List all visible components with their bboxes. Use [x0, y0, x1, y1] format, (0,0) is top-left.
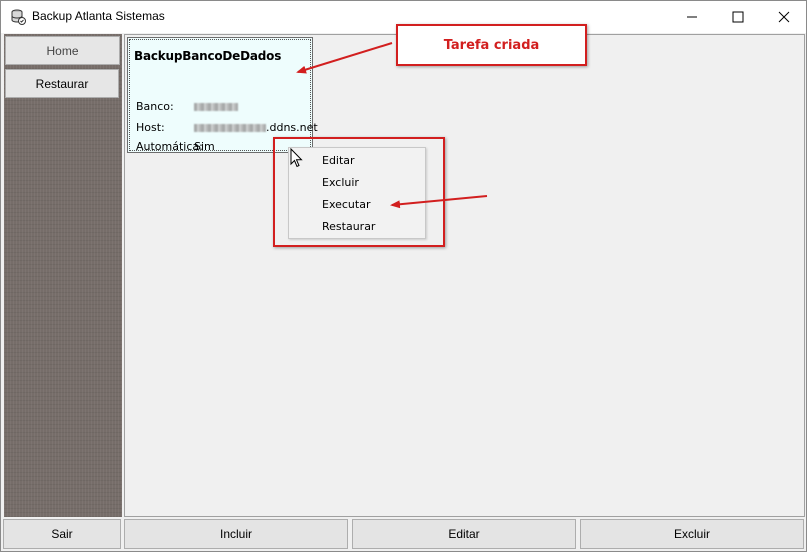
minimize-icon [687, 16, 697, 18]
mouse-cursor-icon [290, 148, 303, 168]
editar-button[interactable]: Editar [352, 519, 576, 549]
app-window: Backup Atlanta Sistemas Home Restaurar [0, 0, 807, 552]
incluir-button[interactable]: Incluir [124, 519, 348, 549]
host-value-redacted [194, 124, 266, 132]
task-title: BackupBancoDeDados [134, 49, 282, 63]
callout-text: Tarefa criada [443, 37, 540, 53]
banco-value-redacted [194, 103, 238, 111]
task-auto-row: Automática: Sim [136, 140, 215, 153]
sidebar-item-label: Restaurar [35, 76, 89, 91]
sidebar-item-home[interactable]: Home [5, 36, 120, 65]
annotation-callout: Tarefa criada [396, 24, 587, 66]
incluir-label: Incluir [219, 527, 252, 541]
close-button[interactable] [761, 1, 806, 33]
sair-button[interactable]: Sair [3, 519, 121, 549]
maximize-icon [732, 11, 744, 23]
excluir-button[interactable]: Excluir [580, 519, 804, 549]
host-label: Host: [136, 121, 165, 134]
excluir-label: Excluir [673, 527, 710, 541]
database-backup-icon [11, 9, 26, 25]
auto-value: Sim [194, 140, 215, 153]
editar-label: Editar [448, 527, 480, 541]
task-banco-row: Banco: [136, 100, 238, 113]
host-suffix: .ddns.net [266, 121, 318, 134]
window-title: Backup Atlanta Sistemas [32, 9, 165, 23]
task-card[interactable]: BackupBancoDeDados Banco: Host: .ddns.ne… [127, 37, 318, 153]
sair-label: Sair [51, 527, 73, 541]
sidebar: Home Restaurar [4, 34, 122, 517]
maximize-button[interactable] [715, 1, 761, 33]
banco-label: Banco: [136, 100, 174, 113]
task-host-row: Host: .ddns.net [136, 121, 318, 134]
sidebar-item-label: Home [46, 43, 79, 58]
close-icon [778, 11, 790, 23]
auto-label: Automática: [136, 140, 203, 153]
minimize-button[interactable] [669, 1, 715, 33]
sidebar-item-restaurar[interactable]: Restaurar [5, 69, 119, 98]
